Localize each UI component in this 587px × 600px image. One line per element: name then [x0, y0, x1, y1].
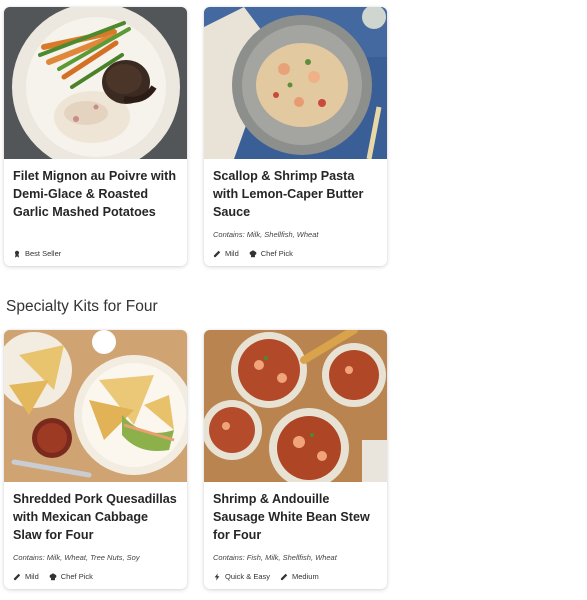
filet-mignon-photo	[4, 7, 187, 159]
recipe-card-shrimp-andouille-stew[interactable]: Shrimp & Andouille Sausage White Bean St…	[204, 330, 387, 589]
tag-chef-pick: Chef Pick	[49, 572, 93, 581]
tag-label: Chef Pick	[260, 249, 293, 258]
scallop-pasta-photo	[204, 7, 387, 159]
tag-label: Medium	[292, 572, 319, 581]
section-heading: Specialty Kits for Four	[6, 298, 158, 315]
recipe-tags: Mild Chef Pick	[213, 249, 381, 258]
tag-label: Quick & Easy	[225, 572, 271, 581]
allergen-info: Contains: Fish, Milk, Shellfish, Wheat	[213, 553, 337, 562]
chef-hat-icon	[49, 572, 57, 580]
lightning-icon	[214, 572, 220, 581]
quesadillas-photo	[4, 330, 187, 482]
pepper-icon	[213, 250, 221, 257]
tag-label: Best Seller	[25, 249, 62, 258]
tag-label: Chef Pick	[60, 572, 93, 581]
recipe-card-filet-mignon[interactable]: Filet Mignon au Poivre with Demi-Glace &…	[4, 7, 187, 266]
recipe-tags: Quick & Easy Medium	[213, 572, 381, 581]
recipe-image[interactable]	[204, 7, 387, 159]
recipe-image[interactable]	[4, 7, 187, 159]
allergen-info: Contains: Milk, Wheat, Tree Nuts, Soy	[13, 553, 140, 562]
tag-mild: Mild	[13, 572, 39, 581]
recipe-title[interactable]: Shredded Pork Quesadillas with Mexican C…	[4, 490, 187, 544]
recipe-title[interactable]: Shrimp & Andouille Sausage White Bean St…	[204, 490, 387, 544]
tag-medium: Medium	[280, 572, 319, 581]
recipe-tags: Mild Chef Pick	[13, 572, 181, 581]
recipe-title[interactable]: Scallop & Shrimp Pasta with Lemon-Caper …	[204, 167, 387, 221]
tag-chef-pick: Chef Pick	[249, 249, 293, 258]
tag-label: Mild	[25, 572, 39, 581]
recipe-image[interactable]	[4, 330, 187, 482]
recipe-tags: Best Seller	[13, 249, 181, 258]
tag-mild: Mild	[213, 249, 239, 258]
chef-hat-icon	[249, 249, 257, 257]
recipe-image[interactable]	[204, 330, 387, 482]
tag-best-seller: Best Seller	[13, 249, 61, 258]
tag-label: Mild	[225, 249, 239, 258]
recipe-card-pork-quesadillas[interactable]: Shredded Pork Quesadillas with Mexican C…	[4, 330, 187, 589]
pepper-icon	[280, 573, 288, 580]
tag-quick-easy: Quick & Easy	[213, 572, 270, 581]
recipe-card-scallop-shrimp-pasta[interactable]: Scallop & Shrimp Pasta with Lemon-Caper …	[204, 7, 387, 266]
ribbon-icon	[14, 250, 20, 258]
recipe-title[interactable]: Filet Mignon au Poivre with Demi-Glace &…	[4, 167, 187, 221]
shrimp-stew-photo	[204, 330, 387, 482]
allergen-info: Contains: Milk, Shellfish, Wheat	[213, 230, 319, 239]
pepper-icon	[13, 573, 21, 580]
